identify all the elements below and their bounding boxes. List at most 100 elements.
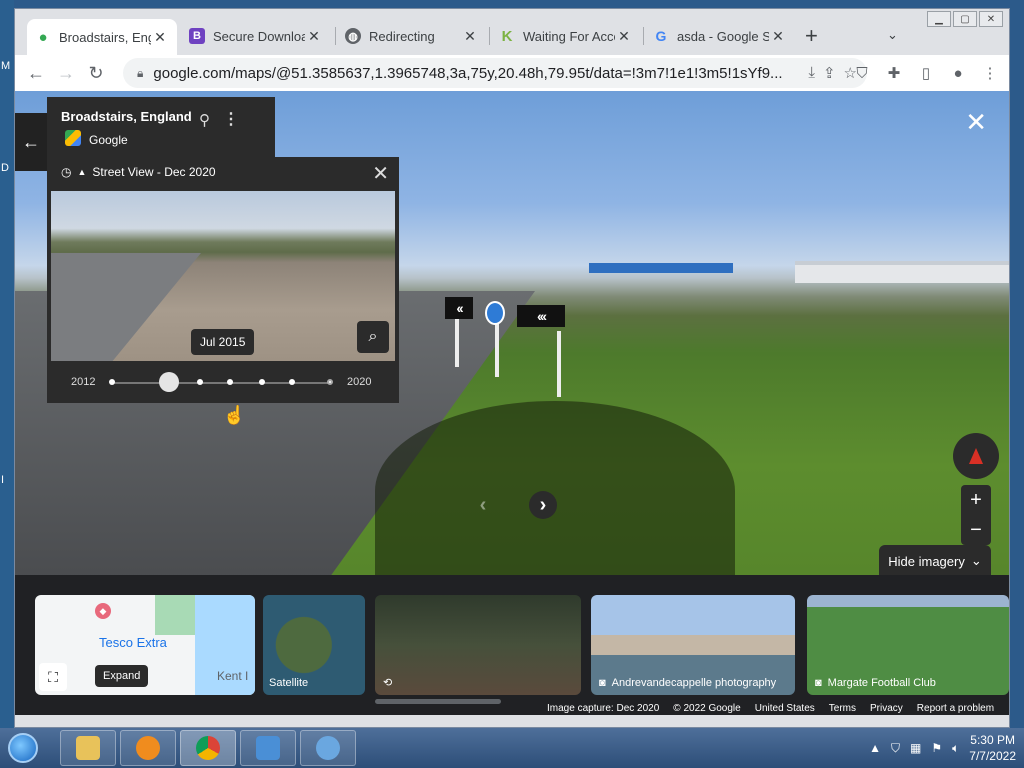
map-label-tesco: Tesco Extra — [99, 635, 167, 650]
magnify-icon[interactable]: ⌕ — [357, 321, 389, 353]
forward-icon[interactable]: → — [51, 58, 81, 88]
preview-road — [51, 253, 201, 361]
time-travel-header[interactable]: ◷ ▲ Street View - Dec 2020 — [61, 165, 216, 179]
close-street-view-icon[interactable]: ✕ — [965, 107, 987, 138]
imagery-filmstrip: ◆ Tesco Extra Kent I ⛶ Expand Satellite … — [15, 575, 1009, 715]
tab-title: Secure Downloac — [213, 28, 305, 44]
report-problem-link[interactable]: Report a problem — [917, 703, 994, 714]
time-travel-title: Street View - Dec 2020 — [92, 165, 216, 179]
tab-maps[interactable]: ● Broadstairs, Engl ✕ — [27, 19, 177, 55]
taskbar-media-player[interactable] — [120, 730, 176, 766]
pan-right-arrow-icon[interactable]: › — [529, 491, 557, 519]
zoom-out-button[interactable]: − — [970, 519, 982, 542]
compass-needle — [969, 448, 983, 464]
windows-logo-icon — [8, 733, 38, 763]
slider-tick[interactable] — [289, 379, 295, 385]
end-year-label: 2020 — [347, 376, 372, 388]
show-hidden-icons-arrow[interactable]: ▲ — [869, 741, 881, 755]
back-to-map-arrow-icon[interactable]: ← — [15, 113, 47, 171]
tab-search-chevron-icon[interactable]: ⌄ — [887, 27, 898, 43]
start-year-label: 2012 — [71, 376, 96, 388]
photo-card-harbour[interactable]: ◙ Andrevandecappelle photography — [591, 595, 795, 695]
photo-sphere-card[interactable]: ⟲ — [375, 595, 581, 695]
menu-kebab-icon[interactable]: ⋮ — [977, 58, 1003, 88]
close-tab-icon[interactable]: ✕ — [615, 28, 633, 45]
new-tab-button[interactable]: + — [805, 23, 818, 49]
bootstrap-b-icon: B — [189, 28, 205, 44]
tab-title: Broadstairs, Engl — [59, 29, 151, 45]
taskbar-explorer[interactable] — [60, 730, 116, 766]
hand-cursor-icon: ☝ — [223, 405, 246, 425]
close-time-travel-icon[interactable]: ✕ — [372, 161, 389, 186]
slider-knob[interactable] — [159, 372, 179, 392]
google-maps-logo-icon — [65, 130, 81, 146]
photo-card-football[interactable]: ◙ Margate Football Club — [807, 595, 1009, 695]
zoom-control: + − — [961, 485, 991, 545]
tab-google-search[interactable]: G asda - Google Se ✕ — [645, 21, 795, 51]
start-button[interactable] — [0, 728, 46, 768]
privacy-link[interactable]: Privacy — [870, 703, 903, 714]
lock-icon[interactable]: 🔒︎ — [137, 66, 143, 81]
k-logo-icon: K — [501, 27, 513, 45]
address-bar[interactable]: 🔒︎ google.com/maps/@51.3585637,1.3965748… — [123, 58, 867, 88]
sign-pole — [495, 319, 499, 377]
slider-tick[interactable] — [227, 379, 233, 385]
location-pin-icon[interactable]: ⚲ — [199, 111, 210, 129]
taskbar-control-panel[interactable] — [240, 730, 296, 766]
shield-extension-icon[interactable]: ⛉ — [849, 58, 875, 88]
extension-toolbar: ⛉ ✚ ▯ ● ⋮ — [849, 58, 1003, 88]
hide-imagery-button[interactable]: Hide imagery ⌄ — [879, 545, 991, 577]
globe-icon: ◍ — [345, 28, 361, 44]
extensions-puzzle-icon[interactable]: ✚ — [881, 58, 907, 88]
timeline-slider[interactable]: 2012 2020 — [47, 367, 399, 397]
date-tooltip: Jul 2015 — [191, 329, 255, 355]
volume-icon[interactable]: 🔈︎ — [952, 741, 959, 756]
tab-waiting[interactable]: K Waiting For Acce ✕ — [491, 21, 641, 51]
close-tab-icon[interactable]: ✕ — [151, 29, 169, 46]
slider-tick[interactable] — [259, 379, 265, 385]
shopping-bag-icon: ◆ — [95, 603, 111, 619]
reload-icon[interactable]: ↻ — [81, 58, 111, 88]
tab-separator — [335, 27, 336, 45]
url-text[interactable]: google.com/maps/@51.3585637,1.3965748,3a… — [153, 65, 808, 82]
map-label-kent: Kent I — [217, 669, 249, 683]
profile-avatar-icon[interactable]: ● — [945, 58, 971, 88]
satellite-card[interactable]: Satellite — [263, 595, 365, 695]
slider-tick[interactable] — [197, 379, 203, 385]
clock[interactable]: 5:30 PM 7/7/2022 — [969, 732, 1016, 764]
action-center-flag-icon[interactable]: ⚑ — [931, 741, 942, 755]
compass-icon[interactable] — [953, 433, 999, 479]
close-window-button[interactable]: ✕ — [979, 11, 1003, 27]
close-tab-icon[interactable]: ✕ — [305, 28, 323, 45]
network-icon[interactable]: ▦ — [910, 741, 921, 755]
install-icon[interactable]: ⤓ — [808, 64, 815, 82]
close-tab-icon[interactable]: ✕ — [461, 28, 479, 45]
minimize-button[interactable]: ▁ — [927, 11, 951, 27]
tab-redirecting[interactable]: ◍ Redirecting ✕ — [337, 21, 487, 51]
side-panel-icon[interactable]: ▯ — [913, 58, 939, 88]
tab-secure-download[interactable]: B Secure Downloac ✕ — [181, 21, 331, 51]
terms-link[interactable]: Terms — [829, 703, 856, 714]
slider-track[interactable] — [111, 382, 331, 384]
expand-icon[interactable]: ⛶ — [39, 663, 67, 691]
taskbar-network-app[interactable] — [300, 730, 356, 766]
history-clock-icon: ◷ — [61, 165, 72, 179]
pan-left-arrow-icon[interactable]: ‹ — [469, 491, 497, 519]
zoom-in-button[interactable]: + — [970, 489, 982, 512]
back-icon[interactable]: ← — [21, 58, 51, 88]
maximize-button[interactable]: ▢ — [953, 11, 977, 27]
petrol-station — [589, 263, 733, 273]
close-tab-icon[interactable]: ✕ — [769, 28, 787, 45]
attribution-footer: Image capture: Dec 2020 © 2022 Google Un… — [541, 701, 1001, 715]
share-icon[interactable]: ⇪ — [823, 64, 836, 82]
more-options-icon[interactable]: ⋮ — [223, 109, 239, 129]
filmstrip-scrollbar[interactable] — [375, 699, 501, 704]
slider-tick-current[interactable] — [327, 379, 333, 385]
street-view-viewport[interactable]: ‹‹ ‹‹‹ ✕ + − Hide imagery ⌄ ‹ › ← Broads… — [15, 91, 1009, 715]
taskbar-chrome[interactable] — [180, 730, 236, 766]
slider-tick[interactable] — [109, 379, 115, 385]
region-link[interactable]: United States — [755, 703, 815, 714]
security-shield-icon[interactable]: ⛉ — [891, 741, 900, 756]
mini-map-card[interactable]: ◆ Tesco Extra Kent I ⛶ Expand — [35, 595, 255, 695]
network-globe-icon — [316, 736, 340, 760]
